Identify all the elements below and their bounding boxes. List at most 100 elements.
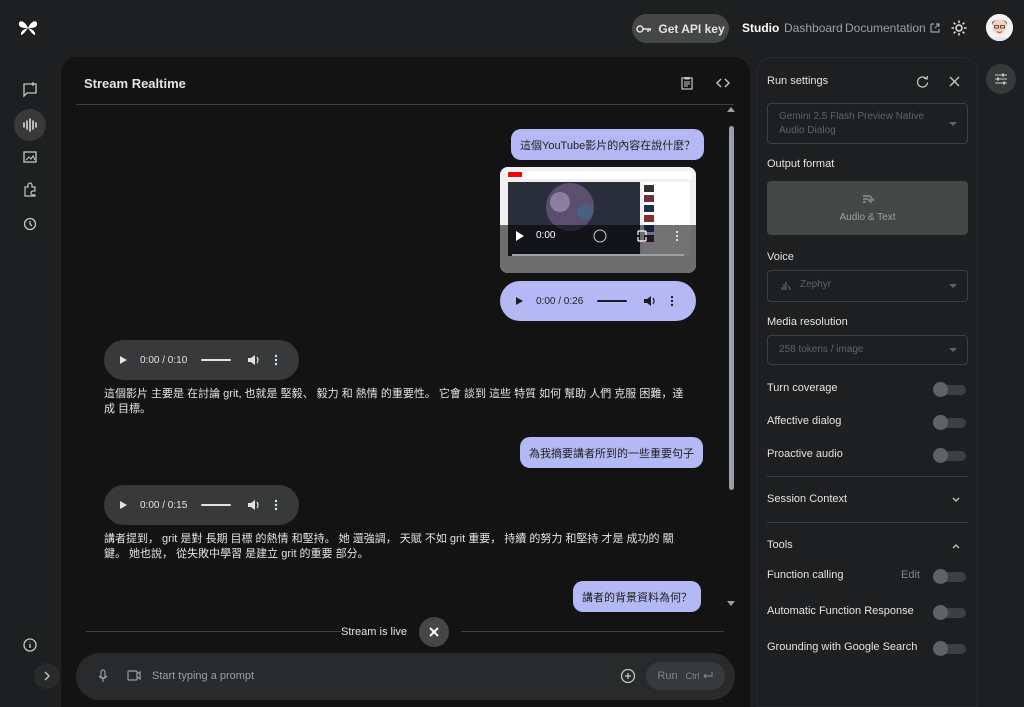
toggle-knob	[933, 448, 948, 463]
user-message: 講者的背景資料為何？	[573, 581, 701, 612]
dropdown-caret-icon	[949, 284, 957, 288]
toggle-knob	[933, 415, 948, 430]
settings-divider	[767, 522, 968, 523]
nav-media-icon[interactable]	[14, 141, 46, 173]
model-select-value: Gemini 2.5 Flash Preview Native Audio Di…	[779, 111, 925, 136]
function-calling-edit-link[interactable]: Edit	[901, 569, 920, 581]
external-link-icon	[930, 23, 940, 33]
model-message-text: 這個影片 主要是 在討論 grit, 也就是 堅毅、 毅力 和 熱情 的重要性。…	[104, 388, 684, 415]
proactive-audio-label: Proactive audio	[767, 448, 843, 460]
run-label: Run	[657, 670, 678, 682]
audio-time: 0:00 / 0:26	[536, 295, 584, 307]
main-panel: Stream Realtime 這個YouTube影片的內容在說什麼？ 0:00…	[61, 57, 750, 707]
user-message: 為我摘要講者所到的一些重要句子	[520, 437, 703, 468]
grounding-toggle[interactable]	[933, 641, 966, 656]
grounding-label: Grounding with Google Search	[767, 641, 918, 653]
video-time: 0:00	[536, 230, 556, 241]
audio-progress-slider[interactable]	[201, 359, 232, 361]
toggle-knob	[933, 605, 948, 620]
chevron-down-icon[interactable]	[951, 495, 961, 505]
nav-documentation[interactable]: Documentation	[845, 21, 940, 35]
media-resolution-select[interactable]: 258 tokens / image	[767, 335, 968, 365]
prompt-input[interactable]: Start typing a prompt	[152, 670, 254, 682]
code-icon[interactable]	[716, 76, 730, 90]
audio-progress-slider[interactable]	[597, 300, 628, 302]
app-logo-icon[interactable]	[16, 16, 40, 40]
settings-gear-icon[interactable]	[950, 19, 968, 37]
voice-select[interactable]: Zephyr	[767, 270, 968, 302]
turn-coverage-toggle[interactable]	[933, 382, 966, 397]
info-icon[interactable]	[14, 629, 46, 661]
dropdown-caret-icon	[949, 348, 957, 352]
nav-dashboard[interactable]: Dashboard	[784, 21, 843, 35]
nav-stream-icon[interactable]	[14, 109, 46, 141]
output-format-label: Output format	[767, 158, 835, 170]
more-options-icon[interactable]	[670, 295, 674, 307]
toggle-knob	[933, 641, 948, 656]
proactive-audio-toggle[interactable]	[933, 448, 966, 463]
close-settings-icon[interactable]	[949, 76, 960, 87]
left-nav	[0, 57, 60, 707]
media-resolution-label: Media resolution	[767, 316, 848, 328]
prompt-input-bar: Start typing a prompt Run Ctrl	[76, 653, 735, 700]
audio-progress-slider[interactable]	[201, 504, 232, 506]
automatic-function-response-toggle[interactable]	[933, 605, 966, 620]
stream-status-label: Stream is live	[341, 625, 408, 638]
chevron-up-icon[interactable]	[951, 541, 961, 551]
video-attachment[interactable]: 0:00	[500, 167, 696, 273]
chat-scrollbar[interactable]	[727, 107, 735, 656]
nav-build-icon[interactable]	[14, 174, 46, 206]
session-context-header[interactable]: Session Context	[767, 493, 847, 505]
toggle-knob	[933, 569, 948, 584]
run-settings-title: Run settings	[767, 75, 829, 87]
user-avatar[interactable]	[986, 14, 1013, 41]
volume-icon[interactable]	[643, 295, 656, 307]
get-api-key-button[interactable]: Get API key	[632, 14, 729, 43]
add-circle-icon[interactable]	[620, 668, 636, 684]
nav-history-icon[interactable]	[14, 208, 46, 240]
scroll-thumb[interactable]	[729, 126, 734, 490]
volume-icon[interactable]	[247, 499, 260, 511]
user-message: 這個YouTube影片的內容在說什麼？	[511, 129, 705, 160]
chat-area[interactable]: 這個YouTube影片的內容在說什麼？ 0:00 0:00 / 0:26 0:0…	[61, 105, 731, 662]
affective-dialog-toggle[interactable]	[933, 415, 966, 430]
more-options-icon[interactable]	[274, 354, 278, 366]
user-message-text: 講者的背景資料為何？	[582, 591, 692, 604]
output-format-audio-text-button[interactable]: Audio & Text	[767, 181, 968, 235]
function-calling-toggle[interactable]	[933, 569, 966, 584]
tools-header[interactable]: Tools	[767, 539, 793, 551]
microphone-icon[interactable]	[98, 669, 108, 683]
run-button[interactable]: Run Ctrl	[646, 662, 725, 690]
model-message-text: 講者提到， grit 是對 長期 目標 的熱情 和堅持。 她 還強調， 天賦 不…	[104, 533, 674, 560]
top-bar: Get API key Studio Dashboard Documentati…	[0, 0, 1024, 57]
expand-nav-chevron-icon[interactable]	[34, 663, 60, 689]
user-audio-player[interactable]: 0:00 / 0:26	[500, 281, 696, 321]
play-icon[interactable]	[118, 500, 128, 510]
automatic-function-response-label: Automatic Function Response	[767, 605, 914, 617]
stream-status: Stream is live	[341, 616, 461, 647]
video-camera-icon[interactable]	[127, 670, 141, 681]
clipboard-icon[interactable]	[680, 76, 694, 90]
model-select[interactable]: Gemini 2.5 Flash Preview Native Audio Di…	[767, 103, 968, 144]
reset-icon[interactable]	[916, 75, 929, 88]
volume-icon[interactable]	[247, 354, 260, 366]
page-title: Stream Realtime	[84, 76, 186, 91]
stop-stream-button[interactable]	[419, 616, 450, 647]
play-icon[interactable]	[514, 296, 524, 306]
play-icon[interactable]	[118, 355, 128, 365]
model-audio-player[interactable]: 0:00 / 0:10	[104, 340, 299, 380]
output-format-value: Audio & Text	[839, 211, 896, 223]
nav-chat-icon[interactable]	[14, 74, 46, 106]
voice-label: Voice	[767, 251, 794, 263]
more-options-icon[interactable]	[274, 499, 278, 511]
nav-documentation-label: Documentation	[845, 21, 926, 35]
model-audio-player[interactable]: 0:00 / 0:15	[104, 485, 299, 525]
scroll-down-icon[interactable]	[727, 601, 735, 607]
key-icon	[636, 24, 652, 33]
scroll-up-icon[interactable]	[727, 106, 735, 112]
tune-icon	[995, 73, 1007, 85]
run-shortcut: Ctrl	[685, 671, 700, 681]
user-message-text: 為我摘要講者所到的一些重要句子	[529, 447, 694, 460]
tune-settings-button[interactable]	[986, 64, 1016, 94]
nav-studio[interactable]: Studio	[742, 21, 779, 35]
